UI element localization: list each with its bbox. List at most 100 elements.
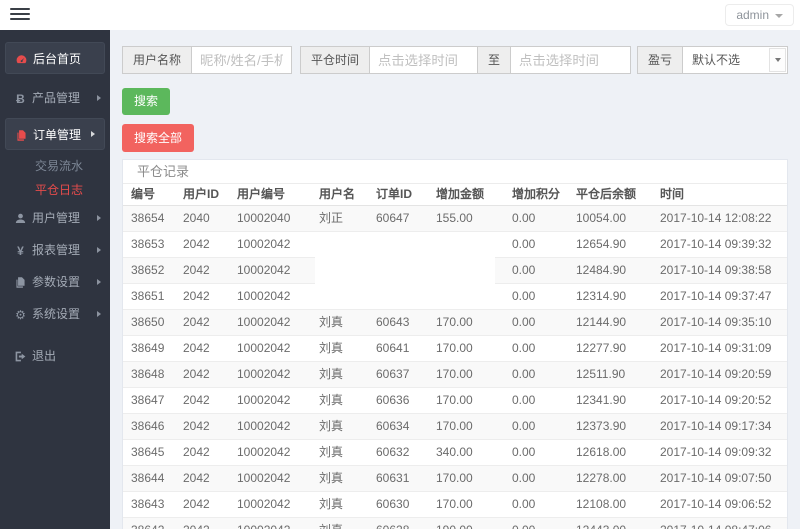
profit-filter-group: 盈亏 默认不选 xyxy=(636,46,788,74)
sidebar-item-label: 参数设置 xyxy=(32,275,81,289)
sidebar-subitem-2-0[interactable]: 交易流水 xyxy=(0,154,110,178)
table-cell: 12314.90 xyxy=(576,289,627,303)
table-cell: 0.00 xyxy=(512,289,536,303)
sidebar-item-label: 订单管理 xyxy=(33,128,82,142)
table-cell: 刘真 xyxy=(319,471,344,485)
table-cell: 刘真 xyxy=(319,315,344,329)
table-cell: 2017-10-14 09:37:47 xyxy=(660,289,772,303)
table-cell: 2017-10-14 09:20:52 xyxy=(660,393,772,407)
sidebar-item-5[interactable]: 参数设置 xyxy=(0,266,110,298)
table-cell: 0.00 xyxy=(504,518,568,529)
table-cell: 0.00 xyxy=(512,237,536,251)
sidebar-item-4[interactable]: ¥ 报表管理 xyxy=(0,234,110,266)
table-cell: 10002042 xyxy=(237,393,291,407)
column-header: 增加金额 xyxy=(428,184,504,206)
table-cell: 2042 xyxy=(183,263,210,277)
table-cell: 60628 xyxy=(368,518,428,529)
sidebar-item-label: 产品管理 xyxy=(32,91,81,105)
close-records-panel: 平仓记录 编号 用户ID 用户编号 用户名 订单ID 增加金额 增加积分 平仓后余额 时间 38… xyxy=(122,159,788,529)
table-cell: 10002042 xyxy=(229,518,311,529)
table-cell: 2042 xyxy=(183,419,210,433)
table-cell: 12144.90 xyxy=(576,315,627,329)
table-cell: 12277.90 xyxy=(576,341,627,355)
table-cell: 170.00 xyxy=(436,393,473,407)
column-header: 时间 xyxy=(652,184,787,206)
table-cell: 12443.00 xyxy=(568,518,652,529)
sidebar-item-7[interactable]: 退出 xyxy=(0,340,110,372)
table-cell: 60634 xyxy=(376,419,410,433)
table-cell: 10054.00 xyxy=(576,211,627,225)
table-cell: 12618.00 xyxy=(576,445,627,459)
table-cell: 2017-10-14 09:20:59 xyxy=(660,367,772,381)
profit-filter-label: 盈亏 xyxy=(636,46,683,74)
profit-select[interactable]: 默认不选 xyxy=(683,46,788,74)
column-header: 用户名 xyxy=(311,184,368,206)
topbar: admin xyxy=(0,0,800,30)
caret-down-icon xyxy=(775,13,783,18)
table-cell: 60632 xyxy=(376,445,410,459)
table-cell: 0.00 xyxy=(512,367,536,381)
table-cell: 0.00 xyxy=(512,211,536,225)
user-menu-button[interactable]: admin xyxy=(725,4,794,26)
table-cell: 刘正 xyxy=(319,211,344,225)
table-cell: 2042 xyxy=(175,518,229,529)
sidebar-item-1[interactable]: Ƀ 产品管理 xyxy=(0,82,110,114)
table-row: 38646 2042 10002042 刘真 60634 170.00 0.00 12373.… xyxy=(123,413,787,440)
table-cell: 2042 xyxy=(183,289,210,303)
sidebar-item-2[interactable]: 订单管理 xyxy=(5,118,105,150)
table-cell: 38647 xyxy=(131,393,165,407)
table-cell: 170.00 xyxy=(436,471,473,485)
table-header-row: 编号 用户ID 用户编号 用户名 订单ID 增加金额 增加积分 平仓后余额 时间 xyxy=(123,184,787,206)
table-cell: 38651 xyxy=(131,289,165,303)
table-cell: 12511.90 xyxy=(576,367,626,381)
table-cell: 刘真 xyxy=(319,497,344,511)
table-row: 38654 2040 10002040 刘正 60647 155.00 0.00 10054.… xyxy=(123,205,787,232)
table-cell: 190.00 xyxy=(428,518,504,529)
table-cell: 38649 xyxy=(131,341,165,355)
table-cell: 2017-10-14 09:06:52 xyxy=(660,497,772,511)
search-all-button[interactable]: 搜索全部 xyxy=(122,124,195,152)
table-cell: 60637 xyxy=(376,367,410,381)
time-to-input[interactable] xyxy=(511,46,632,74)
table-cell: 0.00 xyxy=(512,393,536,407)
sidebar-item-label: 系统设置 xyxy=(32,307,81,321)
profit-select-value: 默认不选 xyxy=(692,53,741,67)
sidebar-item-0[interactable]: 后台首页 xyxy=(5,42,105,74)
close-time-filter-group: 平仓时间 至 xyxy=(300,46,632,74)
sidebar-item-6[interactable]: ⚙ 系统设置 xyxy=(0,298,110,330)
table-cell: 刘真 xyxy=(319,341,344,355)
table-cell: 2042 xyxy=(183,315,210,329)
sidebar-subitem-2-1[interactable]: 平仓日志 xyxy=(0,178,110,202)
table-cell: 12654.90 xyxy=(576,237,627,251)
sidebar-toggle-icon[interactable] xyxy=(10,8,30,22)
table-row: 38647 2042 10002042 刘真 60636 170.00 0.00 12341.… xyxy=(123,387,787,414)
table-cell: 170.00 xyxy=(436,497,473,511)
table-cell: 155.00 xyxy=(436,211,473,225)
table-cell: 60636 xyxy=(376,393,410,407)
table-cell: 2017-10-14 12:08:22 xyxy=(660,211,772,225)
table-cell: 2040 xyxy=(183,211,210,225)
search-button[interactable]: 搜索 xyxy=(122,88,171,115)
sidebar-item-3[interactable]: 用户管理 xyxy=(0,202,110,234)
table-cell: 10002042 xyxy=(237,341,291,355)
username-input[interactable] xyxy=(192,46,293,74)
table-cell: 10002042 xyxy=(237,237,291,251)
table-cell: 60630 xyxy=(376,497,410,511)
table-cell: 60647 xyxy=(376,211,410,225)
table-cell: 170.00 xyxy=(436,419,473,433)
table-cell: 刘真 xyxy=(311,518,368,529)
user-menu-label: admin xyxy=(736,8,769,22)
table-cell: 170.00 xyxy=(436,367,473,381)
table-cell: 38650 xyxy=(131,315,165,329)
orders-icon xyxy=(13,120,30,152)
table-cell: 2017-10-14 09:17:34 xyxy=(660,419,772,433)
table-cell: 60631 xyxy=(376,471,410,485)
column-header: 订单ID xyxy=(368,184,428,206)
table-cell: 38648 xyxy=(131,367,165,381)
table-cell: 0.00 xyxy=(512,341,536,355)
table-cell: 0.00 xyxy=(512,315,536,329)
sidebar-item-label: 用户管理 xyxy=(32,211,81,225)
chevron-right-icon xyxy=(91,130,95,137)
time-from-input[interactable] xyxy=(370,46,479,74)
table-cell: 10002042 xyxy=(237,289,291,303)
